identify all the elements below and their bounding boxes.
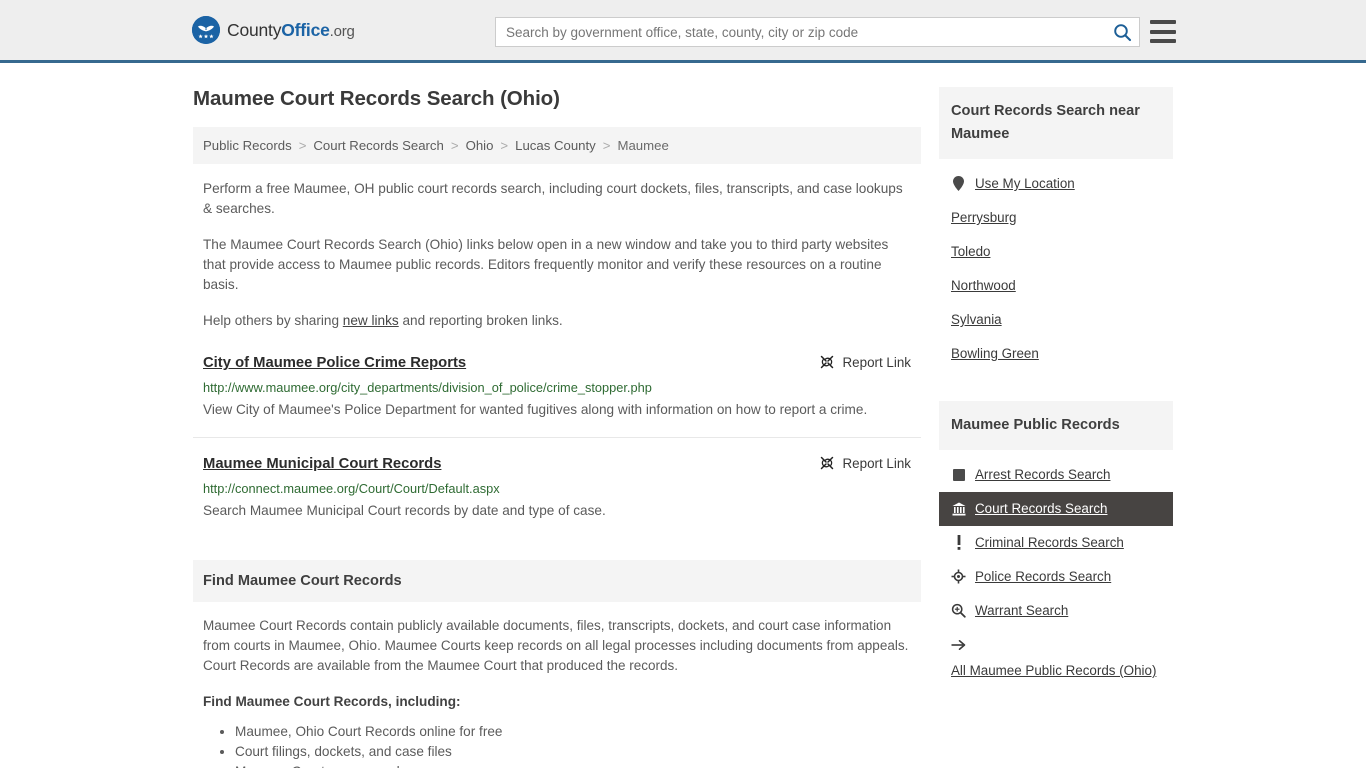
info-section-body: Maumee Court Records contain publicly av… <box>193 602 921 768</box>
sidebar-item-court-records-search[interactable]: Court Records Search <box>939 492 1173 526</box>
broken-link-icon <box>820 355 833 369</box>
report-link-label: Report Link <box>842 354 911 370</box>
exclamation-icon <box>951 534 966 551</box>
sidebar-item-label: Sylvania <box>951 312 1002 327</box>
square-icon <box>951 466 966 483</box>
site-header: CountyOffice.org <box>0 0 1366 63</box>
breadcrumb-item-lucas-county[interactable]: Lucas County <box>515 138 596 153</box>
result-description: Search Maumee Municipal Court records by… <box>203 503 606 518</box>
result-description: View City of Maumee's Police Department … <box>203 402 868 417</box>
breadcrumb-separator: > <box>602 138 611 153</box>
info-section-bullet-list: Maumee, Ohio Court Records online for fr… <box>203 722 911 768</box>
sidebar-item-perrysburg[interactable]: Perrysburg <box>939 201 1173 235</box>
breadcrumb-item-court-records-search[interactable]: Court Records Search <box>313 138 443 153</box>
magnifier-plus-icon <box>951 602 966 619</box>
sidebar-item-label: Arrest Records Search <box>975 467 1111 482</box>
sidebar-nearby-list: Use My Location Perrysburg Toledo Northw… <box>939 159 1173 381</box>
sidebar-item-all-maumee-public-records[interactable]: All Maumee Public Records (Ohio) <box>939 628 1173 688</box>
search-button[interactable] <box>1105 18 1139 46</box>
sidebar-item-sylvania[interactable]: Sylvania <box>939 303 1173 337</box>
sidebar-item-toledo[interactable]: Toledo <box>939 235 1173 269</box>
result-url[interactable]: http://connect.maumee.org/Court/Court/De… <box>203 480 911 497</box>
breadcrumb-item-maumee: Maumee <box>617 138 669 153</box>
site-logo[interactable]: CountyOffice.org <box>192 16 355 44</box>
map-pin-icon <box>951 175 966 192</box>
sidebar-item-use-my-location[interactable]: Use My Location <box>939 167 1173 201</box>
list-item: Court filings, dockets, and case files <box>235 742 911 762</box>
police-badge-icon <box>951 568 966 585</box>
sidebar-item-northwood[interactable]: Northwood <box>939 269 1173 303</box>
results-list: City of Maumee Police Crime Reports Repo… <box>193 353 921 538</box>
result-item: Maumee Municipal Court Records Report Li… <box>193 454 921 538</box>
sidebar-public-records-heading: Maumee Public Records <box>939 401 1173 450</box>
sidebar-item-label: Northwood <box>951 278 1016 293</box>
report-link-button[interactable]: Report Link <box>819 353 911 370</box>
sidebar-item-arrest-records-search[interactable]: Arrest Records Search <box>939 458 1173 492</box>
sidebar-item-label: Warrant Search <box>975 603 1069 618</box>
sidebar-item-criminal-records-search[interactable]: Criminal Records Search <box>939 526 1173 560</box>
eagle-stars-logo-icon <box>192 16 220 44</box>
broken-link-icon <box>820 456 833 470</box>
sidebar-item-label: Toledo <box>951 244 991 259</box>
result-title-link[interactable]: City of Maumee Police Crime Reports <box>203 353 466 373</box>
page-title: Maumee Court Records Search (Ohio) <box>193 87 560 110</box>
list-item: Maumee Court case records <box>235 762 911 768</box>
search-bar[interactable] <box>495 17 1140 47</box>
breadcrumb: Public Records > Court Records Search > … <box>193 127 921 164</box>
breadcrumb-item-ohio[interactable]: Ohio <box>466 138 494 153</box>
intro-paragraph-1: Perform a free Maumee, OH public court r… <box>203 181 903 216</box>
courthouse-icon <box>951 500 966 517</box>
breadcrumb-separator: > <box>298 138 307 153</box>
list-item: Maumee, Ohio Court Records online for fr… <box>235 722 911 742</box>
intro-p3-after: and reporting broken links. <box>398 313 563 328</box>
info-section-heading: Find Maumee Court Records <box>193 560 921 602</box>
result-title-link[interactable]: Maumee Municipal Court Records <box>203 454 441 474</box>
sidebar-item-label: Court Records Search <box>975 501 1108 516</box>
arrow-right-icon <box>951 636 966 653</box>
info-section-paragraph: Maumee Court Records contain publicly av… <box>203 618 909 673</box>
main-column: Maumee Court Records Search (Ohio) Publi… <box>193 87 921 768</box>
sidebar-item-label: Bowling Green <box>951 346 1039 361</box>
intro-text: Perform a free Maumee, OH public court r… <box>193 164 921 331</box>
sidebar-item-bowling-green[interactable]: Bowling Green <box>939 337 1173 371</box>
intro-paragraph-3: Help others by sharing new links and rep… <box>203 311 911 331</box>
hamburger-menu-icon[interactable] <box>1150 20 1176 43</box>
intro-p3-before: Help others by sharing <box>203 313 343 328</box>
sidebar-item-label: Use My Location <box>975 176 1075 191</box>
sidebar-item-police-records-search[interactable]: Police Records Search <box>939 560 1173 594</box>
result-url[interactable]: http://www.maumee.org/city_departments/d… <box>203 379 911 396</box>
search-icon <box>1113 23 1131 41</box>
breadcrumb-separator: > <box>500 138 509 153</box>
sidebar-item-label: Criminal Records Search <box>975 535 1124 550</box>
report-link-button[interactable]: Report Link <box>819 454 911 471</box>
brand-part-org: .org <box>329 22 355 40</box>
sidebar-nearby-heading: Court Records Search near Maumee <box>939 87 1173 159</box>
report-link-label: Report Link <box>842 455 911 471</box>
breadcrumb-item-public-records[interactable]: Public Records <box>203 138 292 153</box>
result-item: City of Maumee Police Crime Reports Repo… <box>193 353 921 438</box>
brand-wordmark: CountyOffice.org <box>227 20 355 41</box>
sidebar-public-records-list: Arrest Records Search Court Records Sear… <box>939 450 1173 698</box>
sidebar-item-label: Perrysburg <box>951 210 1017 225</box>
breadcrumb-separator: > <box>450 138 459 153</box>
search-input[interactable] <box>496 24 1105 40</box>
sidebar-item-label: Police Records Search <box>975 569 1112 584</box>
sidebar-public-records-block: Maumee Public Records Arrest Records Sea… <box>939 401 1173 698</box>
sidebar-item-label: All Maumee Public Records (Ohio) <box>951 663 1157 678</box>
sidebar-item-warrant-search[interactable]: Warrant Search <box>939 594 1173 628</box>
brand-part-office: Office <box>281 19 330 40</box>
intro-paragraph-2: The Maumee Court Records Search (Ohio) l… <box>203 237 889 292</box>
brand-part-county: County <box>227 19 282 40</box>
info-section-subheading: Find Maumee Court Records, including: <box>203 694 461 709</box>
page-body: Maumee Court Records Search (Ohio) Publi… <box>0 63 1366 768</box>
sidebar: Court Records Search near Maumee Use My … <box>939 87 1173 698</box>
new-links-link[interactable]: new links <box>343 313 399 328</box>
